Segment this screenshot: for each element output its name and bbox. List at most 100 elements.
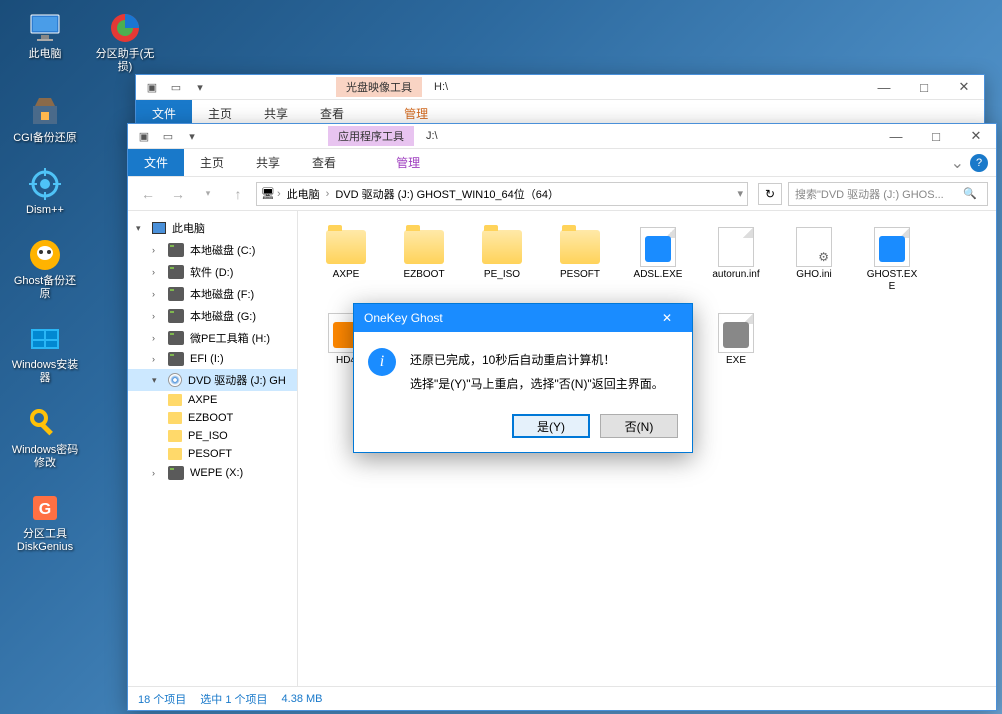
desktop-icon-diskgenius[interactable]: G 分区工具DiskGenius [10,490,80,554]
contextual-tab[interactable]: 应用程序工具 [328,126,414,146]
tree-drive-h[interactable]: ›微PE工具箱 (H:) [128,327,297,349]
contextual-tab[interactable]: 光盘映像工具 [336,77,422,97]
dialog-close-button[interactable]: ✕ [652,311,682,325]
nav-forward-icon[interactable]: → [166,182,190,206]
desktop-icon-ghost[interactable]: Ghost备份还原 [10,237,80,301]
drive-icon [168,243,184,257]
qat-icon[interactable]: ▣ [142,77,162,97]
desktop-icon-wininstall[interactable]: Windows安装器 [10,321,80,385]
file-item[interactable]: GHO.ini [784,223,844,297]
nav-up-icon[interactable]: ↑ [226,182,250,206]
file-item[interactable]: AXPE [316,223,376,297]
close-button[interactable]: ✕ [944,75,984,100]
expand-icon[interactable]: ▾ [152,375,162,386]
dialog-line2: 选择"是(Y)"马上重启，选择"否(N)"返回主界面。 [410,372,664,396]
file-label: PE_ISO [484,269,520,281]
status-count: 18 个项目 [138,691,186,707]
maximize-button[interactable]: □ [904,75,944,100]
desktop-icon-label: 分区工具DiskGenius [10,528,80,554]
drive-icon [168,352,184,366]
breadcrumb-dropdown-icon[interactable]: ▾ [737,187,743,200]
desktop-icon-label: 分区助手(无损) [90,48,160,74]
tree-dvd-j[interactable]: ▾DVD 驱动器 (J:) GH [128,369,297,391]
qat-icon[interactable]: ▭ [158,126,178,146]
desktop-icon-label: Ghost备份还原 [10,275,80,301]
ribbon-tab-home[interactable]: 主页 [184,149,240,176]
tree-label: 软件 (D:) [190,264,233,280]
desktop-icon-cgi[interactable]: CGI备份还原 [10,94,80,145]
file-item[interactable]: PE_ISO [472,223,532,297]
folder-icon [558,227,602,267]
desktop-icon-partition[interactable]: 分区助手(无损) [90,10,160,74]
onekey-ghost-dialog: OneKey Ghost ✕ i 还原已完成，10秒后自动重启计算机！ 选择"是… [353,303,693,453]
tree-folder-ezboot[interactable]: EZBOOT [128,409,297,427]
folder-icon [168,430,182,442]
file-label: ADSL.EXE [634,269,683,281]
exe-icon [870,227,914,267]
desktop-icon-dism[interactable]: Dism++ [10,166,80,217]
drive-icon [168,265,184,279]
svg-text:G: G [39,501,51,518]
collapse-icon[interactable]: ▾ [136,223,146,234]
desktop-icon-winpass[interactable]: Windows密码修改 [10,406,80,470]
dialog-message: 还原已完成，10秒后自动重启计算机！ 选择"是(Y)"马上重启，选择"否(N)"… [410,348,664,396]
status-bar: 18 个项目 选中 1 个项目 4.38 MB [128,686,996,710]
maximize-button[interactable]: □ [916,124,956,149]
tree-label: AXPE [188,394,217,406]
qat-icon[interactable]: ▭ [166,77,186,97]
ribbon-tab-view[interactable]: 查看 [296,149,352,176]
search-input[interactable]: 搜索"DVD 驱动器 (J:) GHOS... 🔍 [788,182,988,206]
desktop-icon-this-pc[interactable]: 此电脑 [10,10,80,74]
breadcrumb-item[interactable]: 此电脑 [283,186,324,202]
minimize-button[interactable]: — [876,124,916,149]
breadcrumb[interactable]: 🖥 › 此电脑 › DVD 驱动器 (J:) GHOST_WIN10_64位（6… [256,182,748,206]
tree-label: 本地磁盘 (G:) [190,308,256,324]
tree-drive-i[interactable]: ›EFI (I:) [128,349,297,369]
desktop-icon-label: Dism++ [26,204,64,217]
close-button[interactable]: ✕ [956,124,996,149]
qat-icon[interactable]: ▣ [134,126,154,146]
dialog-title-bar[interactable]: OneKey Ghost ✕ [354,304,692,332]
nav-back-icon[interactable]: ← [136,182,160,206]
tree-drive-x[interactable]: ›WEPE (X:) [128,463,297,483]
dvd-icon [168,373,182,387]
file-label: EZBOOT [403,269,444,281]
pc-icon: 🖥 [261,187,275,200]
dialog-line1: 还原已完成，10秒后自动重启计算机！ [410,348,664,372]
file-item[interactable]: GHOST.EXE [862,223,922,297]
nav-history-icon[interactable]: ▾ [196,182,220,206]
folder-icon [402,227,446,267]
nav-bar: ← → ▾ ↑ 🖥 › 此电脑 › DVD 驱动器 (J:) GHOST_WIN… [128,177,996,211]
dialog-no-button[interactable]: 否(N) [600,414,678,438]
tree-label: WEPE (X:) [190,467,243,479]
tree-drive-g[interactable]: ›本地磁盘 (G:) [128,305,297,327]
folder-icon [324,227,368,267]
tree-drive-c[interactable]: ›本地磁盘 (C:) [128,239,297,261]
exe-icon [714,313,758,353]
tree-folder-peiso[interactable]: PE_ISO [128,427,297,445]
ribbon-tab-manage[interactable]: 管理 [380,149,436,176]
minimize-button[interactable]: — [864,75,904,100]
ribbon-expand-icon[interactable]: ⌄ [951,153,964,173]
ribbon-tab-share[interactable]: 共享 [240,149,296,176]
file-item[interactable]: ADSL.EXE [628,223,688,297]
tree-drive-d[interactable]: ›软件 (D:) [128,261,297,283]
qat-dropdown[interactable]: ▾ [190,77,210,97]
tree-folder-pesoft[interactable]: PESOFT [128,445,297,463]
ribbon-tab-file[interactable]: 文件 [128,149,184,176]
qat-dropdown[interactable]: ▾ [182,126,202,146]
tree-this-pc[interactable]: ▾ 此电脑 [128,217,297,239]
help-icon[interactable]: ? [970,154,988,172]
tree-folder-axpe[interactable]: AXPE [128,391,297,409]
tree-label: 本地磁盘 (C:) [190,242,255,258]
file-item[interactable]: EZBOOT [394,223,454,297]
window-title: H:\ [434,81,448,93]
refresh-button[interactable]: ↻ [758,183,782,205]
tree-drive-f[interactable]: ›本地磁盘 (F:) [128,283,297,305]
breadcrumb-item[interactable]: DVD 驱动器 (J:) GHOST_WIN10_64位（64） [331,186,563,202]
file-item[interactable]: EXE [706,309,766,397]
dialog-yes-button[interactable]: 是(Y) [512,414,590,438]
file-item[interactable]: PESOFT [550,223,610,297]
file-item[interactable]: autorun.inf [706,223,766,297]
title-bar: ▣ ▭ ▾ 光盘映像工具 H:\ — □ ✕ [136,75,984,100]
